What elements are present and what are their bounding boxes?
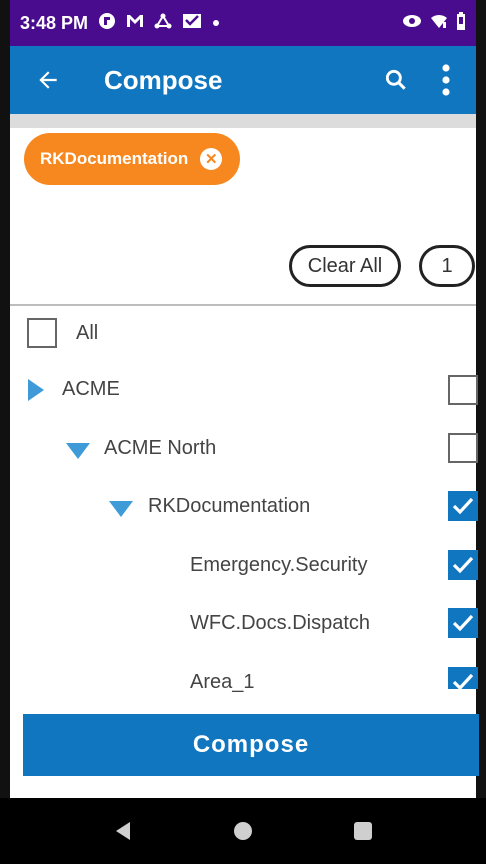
inbox-icon: [182, 13, 202, 34]
tree-item-checkbox-area-1[interactable]: [448, 667, 478, 689]
search-icon: [385, 69, 406, 90]
selected-count: 1: [441, 254, 453, 277]
checkmark-icon: [452, 673, 474, 689]
status-notification-icons: [98, 12, 220, 35]
status-bar: 3:48 PM: [10, 0, 476, 46]
compose-button[interactable]: Compose: [23, 714, 479, 776]
tree-item-label: ACME North: [104, 437, 217, 459]
share-icon: [154, 13, 172, 34]
tree-item-label: Emergency.Security: [190, 554, 368, 576]
nav-back-icon: [116, 822, 130, 840]
clear-all-label: Clear All: [307, 254, 383, 277]
app-bar: Compose: [10, 46, 476, 114]
tree-item-label: ACME: [62, 378, 120, 400]
search-button[interactable]: [374, 58, 418, 102]
section-divider: [10, 304, 476, 306]
notification-icon: [98, 12, 116, 35]
compose-button-label: Compose: [192, 731, 310, 758]
arrow-back-icon: [39, 71, 57, 89]
app-bar-divider: [10, 114, 476, 128]
dot-icon: [212, 14, 220, 32]
all-checkbox[interactable]: [27, 318, 57, 348]
chip-label: RKDocumentation: [40, 149, 189, 168]
expand-right-icon[interactable]: [28, 379, 44, 401]
wifi-icon: [430, 13, 448, 34]
nav-home-button[interactable]: [183, 821, 303, 841]
nav-home-icon: [234, 822, 252, 840]
tree-item-checkbox-emergency-security[interactable]: [448, 550, 478, 580]
more-vert-icon: [442, 64, 450, 96]
selected-count-badge: 1: [419, 245, 475, 287]
all-label: All: [76, 322, 99, 344]
expand-down-icon[interactable]: [66, 443, 90, 459]
eye-icon: [402, 14, 422, 33]
tree-item-checkbox-rkdocumentation[interactable]: [448, 491, 478, 521]
status-system-icons: [402, 11, 466, 35]
system-nav-bar: [0, 798, 486, 864]
tree-item-label: RKDocumentation: [148, 495, 311, 517]
tree-item-checkbox-acme[interactable]: [448, 375, 478, 405]
tree-item-label: WFC.Docs.Dispatch: [190, 612, 371, 634]
expand-down-icon[interactable]: [109, 501, 133, 517]
tree-item-checkbox-wfc-docs-dispatch[interactable]: [448, 608, 478, 638]
checkmark-icon: [452, 556, 474, 574]
battery-icon: [456, 11, 466, 35]
nav-recents-button[interactable]: [303, 821, 423, 841]
nav-recents-icon: [354, 822, 372, 840]
back-button[interactable]: [20, 52, 76, 108]
content-bottom: [10, 776, 476, 798]
checkmark-icon: [452, 614, 474, 632]
tree-item-checkbox-acme-north[interactable]: [448, 433, 478, 463]
clear-all-button[interactable]: Clear All: [289, 245, 401, 287]
gmail-icon: [126, 13, 144, 34]
checkmark-icon: [452, 497, 474, 515]
page-title: Compose: [104, 64, 223, 95]
tree-item-label: Area_1: [190, 671, 255, 693]
more-options-button[interactable]: [424, 58, 468, 102]
selected-recipient-chip[interactable]: RKDocumentation ✕: [24, 133, 240, 185]
status-time: 3:48 PM: [20, 12, 89, 33]
nav-back-button[interactable]: [63, 821, 183, 841]
close-circle-icon[interactable]: ✕: [200, 148, 223, 170]
